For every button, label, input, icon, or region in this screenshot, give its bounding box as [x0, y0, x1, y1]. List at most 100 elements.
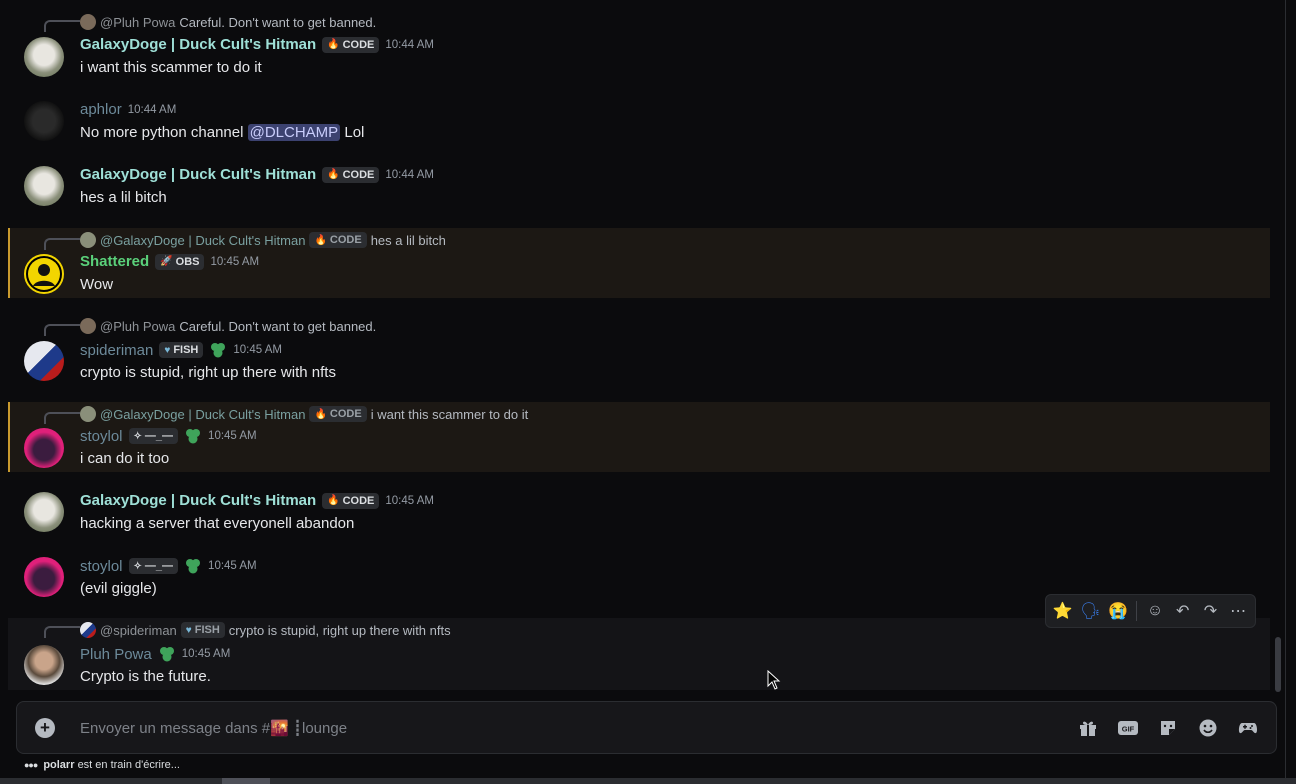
mouse-cursor-icon	[767, 670, 781, 690]
timestamp: 10:45 AM	[208, 430, 257, 442]
message-content: hacking a server that everyonell abandon	[80, 515, 355, 532]
username[interactable]: GalaxyDoge | Duck Cult's Hitman	[80, 166, 316, 183]
flame-icon: 🔥	[314, 234, 327, 246]
clover-badge-icon[interactable]	[184, 427, 202, 445]
scrollbar-thumb[interactable]	[1275, 637, 1281, 692]
message-composer[interactable]: + Envoyer un message dans #🌇 ┋lounge GIF	[16, 701, 1277, 754]
gif-icon[interactable]: GIF	[1116, 716, 1140, 740]
username[interactable]: spideriman	[80, 342, 153, 359]
avatar	[80, 318, 96, 334]
message[interactable]: @Pluh Powa Careful. Don't want to get ba…	[8, 314, 1270, 389]
avatar[interactable]	[24, 166, 64, 206]
message-content: (evil giggle)	[80, 580, 157, 597]
add-reaction-icon[interactable]: ☺	[1142, 598, 1168, 624]
message-header: spideriman ♥ FISH 10:45 AM	[80, 341, 282, 359]
server-tag: ♥ FISH	[180, 622, 225, 638]
avatar[interactable]	[24, 428, 64, 468]
star-emoji-icon[interactable]: ⭐	[1050, 598, 1076, 624]
message-header: aphlor 10:44 AM	[80, 101, 176, 118]
crying-emoji-icon[interactable]: 😭	[1105, 598, 1131, 624]
server-tag[interactable]: 🚀 OBS	[155, 253, 205, 270]
server-tag[interactable]: 🔥 CODE	[322, 36, 380, 53]
username[interactable]: GalaxyDoge | Duck Cult's Hitman	[80, 492, 316, 509]
username[interactable]: Shattered	[80, 253, 149, 270]
server-tag: 🔥 CODE	[309, 406, 367, 422]
apps-icon[interactable]	[1236, 716, 1260, 740]
speaking-head-emoji-icon[interactable]: 🗣	[1078, 598, 1104, 624]
reply-icon[interactable]: ↶	[1170, 598, 1196, 624]
reply-username[interactable]: @Pluh Powa	[100, 15, 175, 30]
username[interactable]: Pluh Powa	[80, 646, 152, 663]
server-tag[interactable]: ♥ FISH	[159, 342, 204, 358]
message[interactable]: aphlor 10:44 AM No more python channel @…	[8, 95, 1270, 150]
username[interactable]: GalaxyDoge | Duck Cult's Hitman	[80, 36, 316, 53]
avatar	[80, 232, 96, 248]
reply-username[interactable]: @Pluh Powa	[100, 319, 175, 334]
username[interactable]: stoylol	[80, 558, 123, 575]
message-header: stoylol ✧ —_— 10:45 AM	[80, 557, 257, 575]
message[interactable]: @GalaxyDoge | Duck Cult's Hitman 🔥 CODE i…	[8, 402, 1270, 472]
more-icon[interactable]: ⋯	[1225, 598, 1251, 624]
reply-text: Careful. Don't want to get banned.	[179, 14, 377, 30]
server-tag[interactable]: 🔥 CODE	[322, 166, 380, 183]
emoji-icon[interactable]	[1196, 716, 1220, 740]
message-content: i can do it too	[80, 450, 170, 467]
message-hover-toolbar: ⭐ 🗣 😭 ☺ ↶ ↷ ⋯	[1045, 594, 1256, 628]
server-tag[interactable]: 🔥 CODE	[322, 492, 380, 509]
avatar[interactable]	[24, 645, 64, 685]
divider	[1285, 0, 1286, 784]
message-input[interactable]: Envoyer un message dans #🌇 ┋lounge	[80, 719, 347, 737]
reply-connector	[44, 412, 80, 424]
reply-preview[interactable]: @Pluh Powa Careful. Don't want to get ba…	[80, 14, 376, 30]
reply-connector	[44, 626, 80, 638]
clover-badge-icon[interactable]	[209, 341, 227, 359]
reply-preview[interactable]: @spideriman ♥ FISH crypto is stupid, righ…	[80, 622, 451, 638]
avatar[interactable]	[24, 492, 64, 532]
heart-icon: ♥	[164, 344, 171, 356]
user-silhouette-icon	[28, 258, 60, 290]
message-header: Shattered 🚀 OBS 10:45 AM	[80, 253, 259, 270]
message[interactable]: @GalaxyDoge | Duck Cult's Hitman 🔥 CODE h…	[8, 228, 1270, 298]
timestamp: 10:44 AM	[385, 168, 434, 181]
reply-preview[interactable]: @Pluh Powa Careful. Don't want to get ba…	[80, 318, 376, 334]
sticker-icon[interactable]	[1156, 716, 1180, 740]
avatar	[80, 14, 96, 30]
user-mention[interactable]: @DLCHAMP	[247, 124, 341, 141]
reply-username[interactable]: @GalaxyDoge | Duck Cult's Hitman	[100, 407, 305, 422]
username[interactable]: aphlor	[80, 101, 122, 118]
scrollbar-track[interactable]	[1272, 0, 1284, 692]
reply-connector	[44, 324, 80, 336]
message-header: stoylol ✧ —_— 10:45 AM	[80, 427, 257, 445]
avatar[interactable]	[24, 341, 64, 381]
username[interactable]: stoylol	[80, 428, 123, 445]
reply-username[interactable]: @spideriman	[100, 623, 177, 638]
message[interactable]: GalaxyDoge | Duck Cult's Hitman 🔥 CODE 10…	[8, 486, 1270, 541]
reply-text: crypto is stupid, right up there with nf…	[228, 622, 451, 638]
horizontal-scrollbar[interactable]	[0, 778, 1296, 784]
reply-preview[interactable]: @GalaxyDoge | Duck Cult's Hitman 🔥 CODE i…	[80, 406, 528, 422]
avatar[interactable]	[24, 557, 64, 597]
avatar[interactable]	[24, 101, 64, 141]
attach-plus-icon[interactable]: +	[35, 718, 55, 738]
avatar[interactable]	[24, 254, 64, 294]
message-list: @Pluh Powa Careful. Don't want to get ba…	[8, 0, 1270, 690]
typing-indicator: ●●● polarr est en train d'écrire...	[24, 759, 180, 771]
server-tag[interactable]: ✧ —_—	[128, 558, 179, 574]
forward-icon[interactable]: ↷	[1198, 598, 1224, 624]
message[interactable]: GalaxyDoge | Duck Cult's Hitman 🔥 CODE 10…	[8, 160, 1270, 215]
message-content: No more python channel @DLCHAMP Lol	[80, 124, 365, 141]
clover-badge-icon[interactable]	[158, 645, 176, 663]
gift-icon[interactable]	[1076, 716, 1100, 740]
message[interactable]: @Pluh Powa Careful. Don't want to get ba…	[8, 10, 1270, 80]
message-content: Wow	[80, 276, 114, 293]
reply-text: Careful. Don't want to get banned.	[179, 318, 377, 334]
timestamp: 10:45 AM	[385, 494, 434, 507]
horizontal-scrollbar-thumb[interactable]	[222, 778, 270, 784]
server-tag[interactable]: ✧ —_—	[128, 428, 179, 444]
avatar[interactable]	[24, 37, 64, 77]
reply-username[interactable]: @GalaxyDoge | Duck Cult's Hitman	[100, 233, 305, 248]
clover-badge-icon[interactable]	[184, 557, 202, 575]
reply-preview[interactable]: @GalaxyDoge | Duck Cult's Hitman 🔥 CODE h…	[80, 232, 446, 248]
message-content: hes a lil bitch	[80, 189, 167, 206]
message[interactable]: @spideriman ♥ FISH crypto is stupid, righ…	[8, 618, 1270, 690]
